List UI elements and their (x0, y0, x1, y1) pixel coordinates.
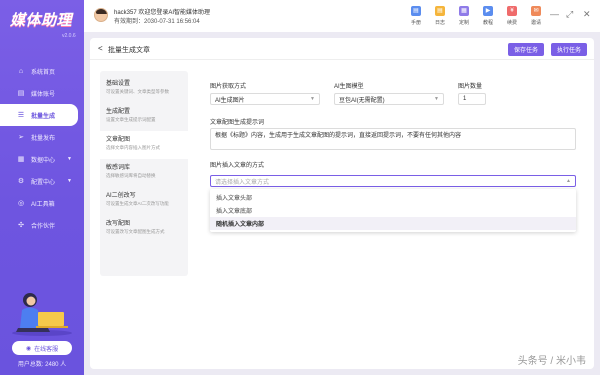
sidebar-item-label: 批量发布 (31, 135, 56, 142)
tutorial-icon: ▶ (483, 6, 493, 16)
sidebar-item-label: 合作伙伴 (31, 223, 56, 230)
step-generate-config[interactable]: 生成配置 设置文章生成提示词配置 (100, 103, 188, 131)
custom-icon: ▦ (459, 6, 469, 16)
tool-log[interactable]: ▤ 日志 (428, 6, 452, 26)
image-source-label: 图片获取方式 (210, 84, 247, 90)
step-sensitive-words[interactable]: 敏感词库 选择敏感词库将自动替换 (100, 159, 188, 187)
account-icon: ▤ (17, 90, 25, 97)
option-insert-random[interactable]: 随机插入文章内部 (210, 217, 576, 230)
home-icon: ⌂ (18, 67, 24, 75)
image-count-label: 图片数量 (458, 84, 483, 90)
partner-icon: ✣ (18, 222, 24, 229)
top-header: hack357 欢迎您登录AI智能媒体助理 有效期到：2030-07-31 16… (84, 0, 600, 32)
model-select[interactable]: 豆包AI(无需配置) ▼ (334, 93, 444, 105)
sidebar-item-accounts[interactable]: ▤ 媒体账号 (0, 82, 84, 104)
model-label: AI生图模型 (334, 84, 364, 90)
sidebar-nav: ⌂ 系统首页 ▤ 媒体账号 ☰ 批量生成 ➢ 批量发布 ▦ 数据中心 ▼ ⚙ 配… (0, 60, 84, 236)
app-version: v2.0.6 (62, 33, 76, 39)
sidebar-item-partners[interactable]: ✣ 合作伙伴 (0, 214, 84, 236)
settings-icon: ⚙ (17, 178, 25, 185)
image-source-select[interactable]: AI生成图片 ▼ (210, 93, 320, 105)
close-icon[interactable]: ✕ (583, 9, 591, 20)
sidebar-item-home[interactable]: ⌂ 系统首页 (0, 60, 84, 82)
sidebar-item-label: 配置中心 (31, 179, 56, 186)
sidebar-item-label: 数据中心 (31, 157, 56, 164)
generate-icon: ☰ (17, 112, 25, 119)
chevron-down-icon: ▼ (67, 178, 72, 184)
expire-text: 有效期到：2030-07-31 16:56:04 (114, 19, 200, 25)
app-logo: 媒体助理 (10, 12, 73, 29)
image-count-input[interactable]: 1 (458, 93, 486, 105)
step-basic-settings[interactable]: 基础设置 可设置关键词、文章类型等参数 (100, 75, 188, 103)
sidebar-item-data-center[interactable]: ▦ 数据中心 ▼ (0, 148, 84, 170)
sidebar-item-label: AI工具箱 (31, 201, 55, 208)
chevron-down-icon: ▼ (67, 156, 72, 162)
option-insert-head[interactable]: 插入文章头部 (210, 191, 576, 204)
user-count: 用户总数: 2480 人 (17, 362, 67, 368)
log-icon: ▤ (435, 6, 445, 16)
minimize-icon[interactable]: — (550, 9, 559, 19)
sidebar-item-label: 媒体账号 (31, 91, 56, 98)
watermark: 头条号 / 米小韦 (517, 356, 586, 367)
invite-icon: ✉ (531, 6, 541, 16)
step-list: 基础设置 可设置关键词、文章类型等参数 生成配置 设置文章生成提示词配置 文章配… (100, 71, 188, 276)
tool-renew[interactable]: ¥ 续费 (500, 6, 524, 26)
chevron-down-icon: ▼ (310, 96, 315, 102)
tool-manual[interactable]: ▤ 手册 (404, 6, 428, 26)
data-icon: ▦ (17, 156, 25, 163)
manual-icon: ▤ (411, 6, 421, 16)
tool-tutorial[interactable]: ▶ 教程 (476, 6, 500, 26)
option-insert-bottom[interactable]: 插入文章底部 (210, 204, 576, 217)
tool-custom[interactable]: ▦ 定制 (452, 6, 476, 26)
sidebar: 媒体助理 v2.0.6 ⌂ 系统首页 ▤ 媒体账号 ☰ 批量生成 ➢ 批量发布 … (0, 0, 84, 375)
prompt-textarea[interactable]: 根据《标题》内容，生成用于生成文章配图的提示词，直接返回提示词，不要有任何其他内… (210, 128, 576, 150)
fullscreen-icon[interactable]: ⤢ (566, 9, 573, 20)
sidebar-item-label: 系统首页 (31, 69, 56, 76)
step-rewrite-images[interactable]: 改写配图 可设置改写文章配图生成方式 (100, 215, 188, 243)
main-panel: < 批量生成文章 保存任务 执行任务 基础设置 可设置关键词、文章类型等参数 生… (90, 38, 594, 369)
insert-method-select[interactable]: 请选择插入文章方式 ▲ (210, 175, 576, 187)
save-task-button[interactable]: 保存任务 (508, 43, 545, 56)
sidebar-item-ai-toolbox[interactable]: ◎ AI工具箱 (0, 192, 84, 214)
tool-invite[interactable]: ✉ 邀请 (524, 6, 548, 26)
step-ai-rewrite[interactable]: AI二创改写 可设置生成文章AI二次改写功能 (100, 187, 188, 215)
prompt-label: 文章配图生成提示词 (210, 120, 265, 126)
online-service-button[interactable]: ◉ 在线客服 (12, 341, 72, 355)
chevron-down-icon: ▼ (434, 96, 439, 102)
person-laptop-illustration (12, 293, 72, 336)
insert-method-label: 图片插入文章的方式 (210, 163, 265, 169)
page-title: 批量生成文章 (108, 47, 150, 54)
welcome-text: hack357 欢迎您登录AI智能媒体助理 (114, 10, 211, 16)
avatar[interactable] (94, 8, 108, 22)
ai-icon: ◎ (17, 200, 25, 207)
chevron-up-icon: ▲ (566, 178, 571, 184)
chat-icon: ◉ (25, 345, 32, 352)
back-icon[interactable]: < (98, 44, 103, 53)
sidebar-item-config-center[interactable]: ⚙ 配置中心 ▼ (0, 170, 84, 192)
page-header: < 批量生成文章 保存任务 执行任务 (90, 38, 594, 60)
renew-icon: ¥ (507, 6, 517, 16)
insert-method-dropdown: 插入文章头部 插入文章底部 随机插入文章内部 (210, 189, 576, 232)
publish-icon: ➢ (18, 134, 24, 141)
sidebar-item-label: 批量生成 (31, 113, 56, 120)
sidebar-item-batch-publish[interactable]: ➢ 批量发布 (0, 126, 84, 148)
sidebar-item-batch-generate[interactable]: ☰ 批量生成 (0, 104, 78, 126)
run-task-button[interactable]: 执行任务 (551, 43, 588, 56)
step-article-images[interactable]: 文章配图 选择文章内容插入图片方式 (100, 131, 188, 159)
